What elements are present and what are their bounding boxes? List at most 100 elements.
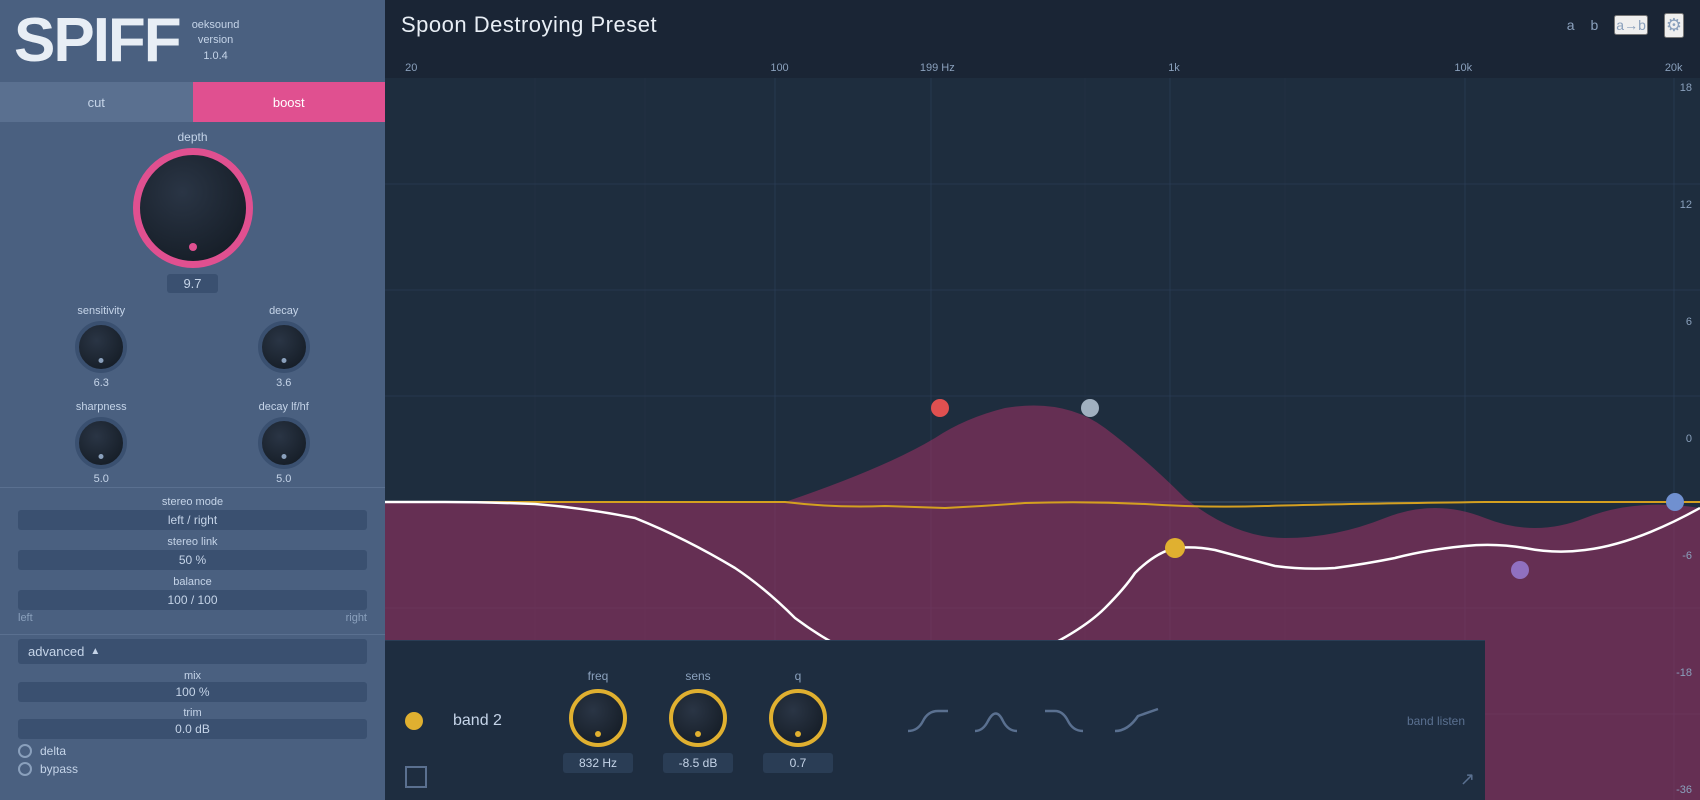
mix-value[interactable]: 100 % (18, 682, 367, 702)
stereo-link-label: stereo link (18, 536, 367, 548)
balance-label: balance (18, 576, 367, 588)
q-knob-label: q (795, 669, 802, 683)
advanced-arrow-icon: ▲ (90, 646, 100, 657)
stereo-mode-row: stereo mode left / right (18, 496, 367, 530)
sensitivity-value: 6.3 (94, 377, 109, 389)
bypass-label: bypass (40, 762, 78, 776)
stereo-link-value[interactable]: 50 % (18, 550, 367, 570)
sensitivity-knob[interactable] (75, 321, 127, 373)
delta-label: delta (40, 744, 66, 758)
logo-area: SPIFF oeksound version 1.0.4 (0, 0, 385, 82)
db-tick-n18: -18 (1676, 667, 1692, 679)
sensitivity-label: sensitivity (77, 305, 125, 317)
bypass-row: bypass (18, 762, 367, 776)
trim-value[interactable]: 0.0 dB (18, 719, 367, 739)
ab-b-button[interactable]: b (1590, 17, 1598, 33)
highcut-shape-icon[interactable] (1043, 701, 1089, 741)
freq-tick-1k: 1k (1168, 62, 1180, 74)
shelf-shape-icon[interactable] (1113, 701, 1159, 741)
filter-shapes (903, 701, 1159, 741)
band4-dot[interactable] (1511, 561, 1529, 579)
advanced-section: advanced ▲ mix 100 % trim 0.0 dB delta b… (0, 634, 385, 784)
main-area: Spoon Destroying Preset a b a→b ⚙ 20 100… (385, 0, 1700, 800)
db-tick-6: 6 (1676, 316, 1692, 328)
decay-lfhf-group: decay lf/hf 5.0 (258, 401, 310, 485)
freq-tick-20k: 20k (1665, 62, 1683, 74)
stereo-mode-value[interactable]: left / right (18, 510, 367, 530)
bell-shape-icon[interactable] (973, 701, 1019, 741)
depth-knob[interactable] (133, 148, 253, 268)
top-bar: Spoon Destroying Preset a b a→b ⚙ (385, 0, 1700, 50)
band1-dot[interactable] (931, 399, 949, 417)
freq-tick-199: 199 Hz (920, 62, 955, 74)
sharpness-value: 5.0 (94, 473, 109, 485)
mix-label: mix (18, 670, 367, 682)
band2-dot[interactable] (1165, 538, 1185, 558)
delta-radio[interactable] (18, 744, 32, 758)
sens-knob[interactable] (669, 689, 727, 747)
band-panel: band 2 freq 832 Hz sens -8.5 dB q 0.7 (385, 640, 1485, 800)
band-dot (405, 712, 423, 730)
delta-row: delta (18, 744, 367, 758)
trim-row: trim 0.0 dB (18, 707, 367, 739)
freq-knob[interactable] (569, 689, 627, 747)
ab-copy-button[interactable]: a→b (1614, 15, 1648, 35)
decay-lfhf-label: decay lf/hf (259, 401, 309, 413)
band-listen-label: band listen (1407, 714, 1465, 728)
boost-button[interactable]: boost (193, 82, 386, 122)
db-axis: 18 12 6 0 -6 -18 -36 (1676, 78, 1692, 800)
freq-tick-20: 20 (405, 62, 417, 74)
db-tick-n36: -36 (1676, 784, 1692, 796)
decay-lfhf-knob[interactable] (258, 417, 310, 469)
depth-value: 9.7 (167, 274, 217, 293)
preset-name: Spoon Destroying Preset (401, 12, 657, 38)
sidebar: SPIFF oeksound version 1.0.4 cut boost d… (0, 0, 385, 800)
advanced-label: advanced (28, 644, 84, 659)
freq-knob-label: freq (588, 669, 609, 683)
small-knobs-row-1: sensitivity 6.3 decay 3.6 (0, 295, 385, 391)
bypass-radio[interactable] (18, 762, 32, 776)
sensitivity-group: sensitivity 6.3 (75, 305, 127, 389)
q-value: 0.7 (763, 753, 833, 773)
band-name: band 2 (453, 712, 533, 730)
decay-value: 3.6 (276, 377, 291, 389)
cut-boost-row: cut boost (0, 82, 385, 122)
stereo-link-row: stereo link 50 % (18, 536, 367, 570)
lowcut-shape-icon[interactable] (903, 701, 949, 741)
small-knobs-row-2: sharpness 5.0 decay lf/hf 5.0 (0, 391, 385, 487)
db-tick-n6: -6 (1676, 550, 1692, 562)
freq-tick-100: 100 (770, 62, 788, 74)
sens-knob-group: sens -8.5 dB (663, 669, 733, 773)
balance-value[interactable]: 100 / 100 (18, 590, 367, 610)
balance-left: left (18, 612, 33, 624)
stereo-section: stereo mode left / right stereo link 50 … (0, 487, 385, 634)
band3-dot[interactable] (1081, 399, 1099, 417)
decay-lfhf-value: 5.0 (276, 473, 291, 485)
version-text: oeksound version 1.0.4 (192, 18, 240, 64)
q-knob-group: q 0.7 (763, 669, 833, 773)
depth-area: depth 9.7 (0, 122, 385, 295)
advanced-header[interactable]: advanced ▲ (18, 639, 367, 664)
settings-button[interactable]: ⚙ (1664, 13, 1684, 38)
mix-row: mix 100 % (18, 670, 367, 702)
top-bar-controls: a b a→b ⚙ (1567, 13, 1684, 38)
decay-label: decay (269, 305, 298, 317)
corner-arrow-icon: ↗ (1460, 769, 1475, 790)
freq-knob-group: freq 832 Hz (563, 669, 633, 773)
sens-value: -8.5 dB (663, 753, 733, 773)
ab-a-button[interactable]: a (1567, 17, 1575, 33)
decay-knob[interactable] (258, 321, 310, 373)
band-square-icon[interactable] (405, 766, 427, 788)
decay-group: decay 3.6 (258, 305, 310, 389)
db-tick-12: 12 (1676, 199, 1692, 211)
app-logo: SPIFF (14, 10, 180, 72)
freq-value: 832 Hz (563, 753, 633, 773)
cut-button[interactable]: cut (0, 82, 193, 122)
sharpness-group: sharpness 5.0 (75, 401, 127, 485)
sharpness-knob[interactable] (75, 417, 127, 469)
q-knob[interactable] (769, 689, 827, 747)
freq-tick-10k: 10k (1454, 62, 1472, 74)
stereo-mode-label: stereo mode (18, 496, 367, 508)
sens-knob-label: sens (685, 669, 710, 683)
trim-label: trim (18, 707, 367, 719)
